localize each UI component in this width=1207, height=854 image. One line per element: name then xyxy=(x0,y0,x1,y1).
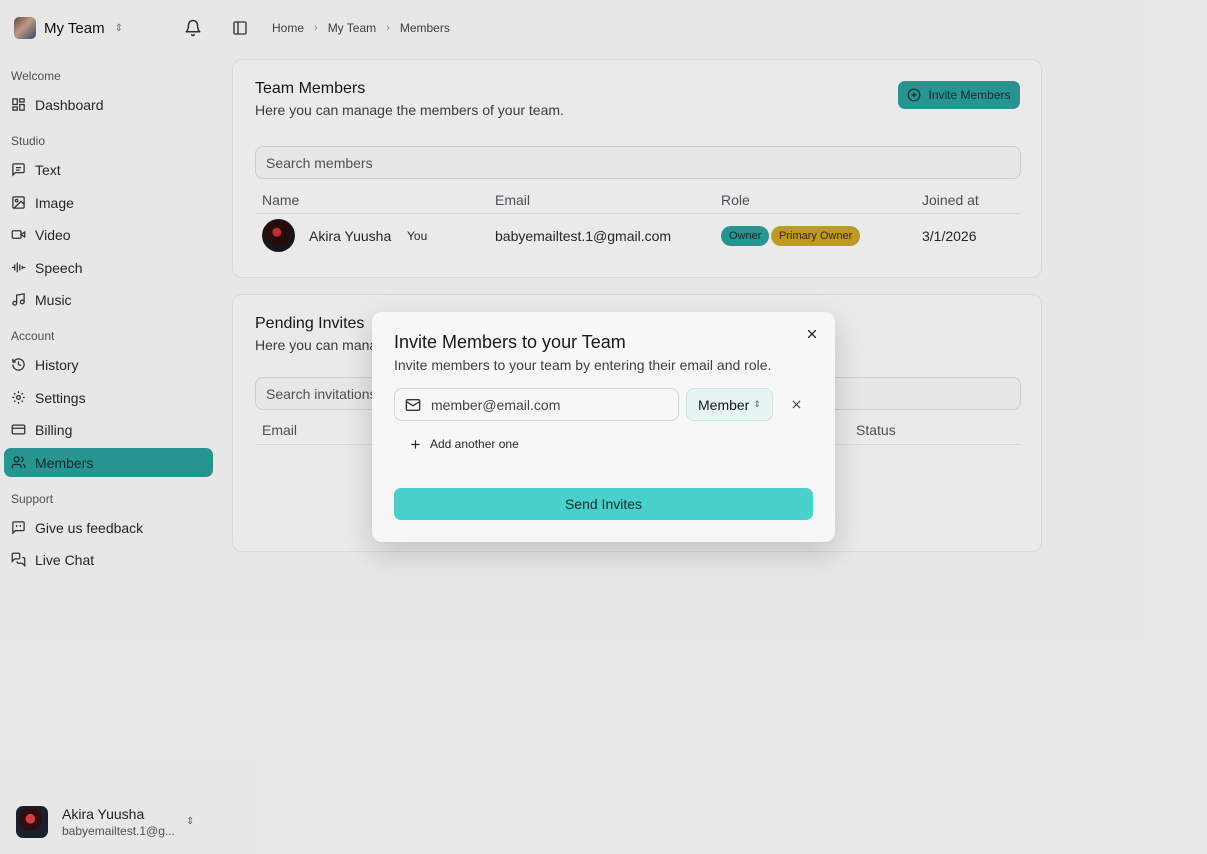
add-another-button[interactable]: Add another one xyxy=(410,437,519,451)
plus-icon xyxy=(411,439,420,449)
close-icon[interactable] xyxy=(805,327,819,341)
role-select[interactable]: Member ⇕ xyxy=(686,388,773,421)
remove-row-icon[interactable] xyxy=(790,398,803,411)
role-select-value: Member xyxy=(698,396,750,413)
add-another-label: Add another one xyxy=(430,437,519,451)
mail-icon xyxy=(405,398,421,411)
email-field[interactable] xyxy=(394,388,679,421)
send-invites-button[interactable]: Send Invites xyxy=(394,488,813,520)
chevron-up-down-icon: ⇕ xyxy=(753,399,761,409)
invite-members-dialog: Invite Members to your Team Invite membe… xyxy=(372,312,835,542)
dialog-title: Invite Members to your Team xyxy=(394,332,626,352)
email-input[interactable] xyxy=(431,396,661,413)
dialog-description: Invite members to your team by entering … xyxy=(394,357,772,373)
